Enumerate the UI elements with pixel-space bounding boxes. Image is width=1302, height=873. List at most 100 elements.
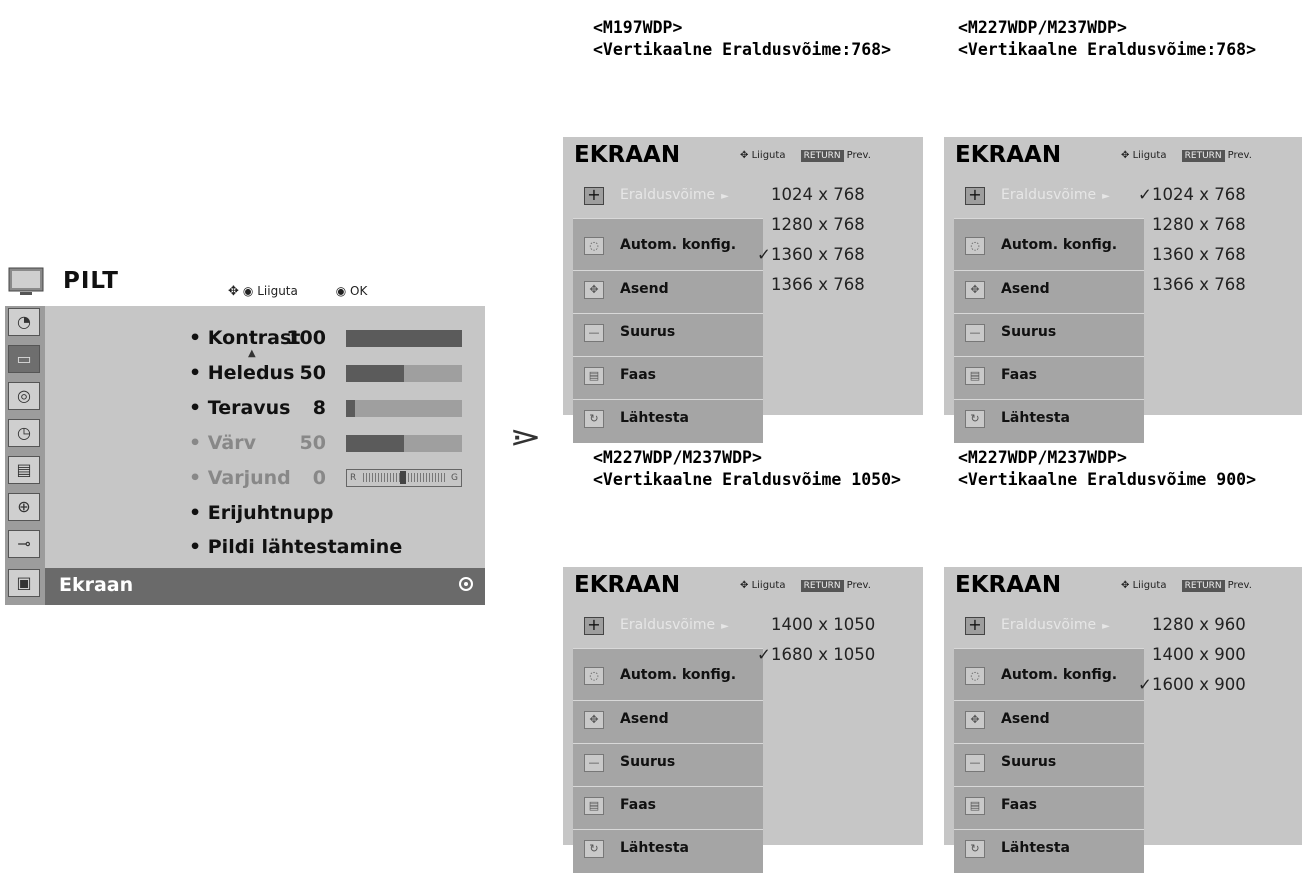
contrast-slider[interactable] (346, 330, 462, 347)
position-item[interactable]: ✥ Asend (573, 700, 763, 743)
phase-item[interactable]: ▤ Faas (573, 356, 763, 399)
resolution-option-label: 1400 x 1050 (771, 615, 876, 634)
model-caption: <M227WDP/M237WDP> (958, 448, 1127, 467)
return-key-icon: RETURN (1181, 150, 1225, 162)
resolution-item[interactable]: + Eraldusvõime ► (954, 605, 1144, 648)
size-item[interactable]: — Suurus (573, 743, 763, 786)
resolution-option[interactable]: 1366 x 768 (757, 275, 865, 294)
return-key-icon: RETURN (800, 150, 844, 162)
resolution-option[interactable]: ✓1360 x 768 (757, 245, 865, 264)
auto-config-item[interactable]: ◌ Autom. konfig. (954, 218, 1144, 270)
sharpness-value: 8 (312, 397, 326, 419)
resolution-caption: <Vertikaalne Eraldusvõime:768> (593, 40, 892, 59)
reset-item-label: Lähtesta (1001, 840, 1070, 856)
brightness-slider[interactable] (346, 365, 462, 382)
resolution-option[interactable]: 1280 x 960 (1138, 615, 1246, 634)
model-caption: <M227WDP/M237WDP> (958, 18, 1127, 37)
category-sidebar: ◔ ▭ ◎ ◷ ▤ ⊕ ⊸ ▣ (5, 306, 45, 605)
speaker-icon[interactable]: ◎ (8, 382, 40, 410)
resolution-option[interactable]: ✓1680 x 1050 (757, 645, 875, 664)
reset-item[interactable]: ↻ Lähtesta (954, 829, 1144, 873)
resolution-option[interactable]: 1366 x 768 (1138, 275, 1246, 294)
phase-item-label: Faas (1001, 367, 1037, 383)
contrast-row[interactable]: • Kontrast 100 (189, 327, 326, 349)
screen-menu-item-selected[interactable]: Ekraan (45, 568, 485, 605)
resolution-icon: + (965, 617, 985, 635)
phase-item[interactable]: ▤ Faas (573, 786, 763, 829)
reset-item-label: Lähtesta (620, 410, 689, 426)
return-key-icon: RETURN (1181, 580, 1225, 592)
resolution-option[interactable]: 1024 x 768 (757, 185, 865, 204)
ok-button-icon (459, 577, 473, 591)
reset-item[interactable]: ↻ Lähtesta (573, 399, 763, 443)
resolution-option[interactable]: 1360 x 768 (1138, 245, 1246, 264)
submenu-arrow-icon: ► (1102, 621, 1110, 632)
resolution-option[interactable]: 1280 x 768 (1138, 215, 1246, 234)
position-item-label: Asend (1001, 281, 1050, 297)
phase-item[interactable]: ▤ Faas (954, 786, 1144, 829)
navigation-hint: ✥ Liiguta RETURN Prev. (740, 580, 871, 592)
reset-item[interactable]: ↻ Lähtesta (573, 829, 763, 873)
auto-config-item-label: Autom. konfig. (620, 667, 737, 683)
size-item-label: Suurus (1001, 754, 1057, 770)
resolution-option[interactable]: ✓1024 x 768 (1138, 185, 1246, 204)
auto-config-icon: ◌ (965, 667, 985, 685)
brightness-label: • Heledus (189, 362, 295, 384)
resolution-caption: <Vertikaalne Eraldusvõime 900> (958, 470, 1257, 489)
submenu-arrow-icon: ► (721, 621, 729, 632)
size-item-label: Suurus (1001, 324, 1057, 340)
size-item[interactable]: — Suurus (954, 743, 1144, 786)
size-item-label: Suurus (620, 754, 676, 770)
navigation-hint: ✥ Liiguta RETURN Prev. (1121, 580, 1252, 592)
option-icon[interactable]: ▤ (8, 456, 40, 484)
auto-config-item[interactable]: ◌ Autom. konfig. (954, 648, 1144, 700)
screen-icon[interactable]: ▣ (8, 569, 40, 597)
resolution-option[interactable]: 1400 x 1050 (757, 615, 875, 634)
size-item[interactable]: — Suurus (573, 313, 763, 356)
tv-picture-icon[interactable]: ▭ (8, 345, 40, 373)
position-item[interactable]: ✥ Asend (954, 270, 1144, 313)
auto-config-item[interactable]: ◌ Autom. konfig. (573, 648, 763, 700)
expert-control-row[interactable]: • Erijuhtnupp (189, 502, 334, 524)
auto-config-icon: ◌ (584, 667, 604, 685)
phase-item[interactable]: ▤ Faas (954, 356, 1144, 399)
resolution-option-label: 1366 x 768 (771, 275, 865, 294)
lock-icon[interactable]: ⊕ (8, 493, 40, 521)
resolution-item[interactable]: + Eraldusvõime ► (954, 175, 1144, 218)
color-row: • Värv 50 (189, 432, 326, 454)
clock-icon[interactable]: ◷ (8, 419, 40, 447)
resolution-option[interactable]: 1400 x 900 (1138, 645, 1246, 664)
resolution-option[interactable]: ✓1600 x 900 (1138, 675, 1246, 694)
reset-icon: ↻ (965, 410, 985, 428)
resolution-option-label: 1600 x 900 (1152, 675, 1246, 694)
screen-menu-title: EKRAAN (574, 572, 681, 598)
sharpness-slider[interactable] (346, 400, 462, 417)
tint-row: • Varjund 0 (189, 467, 326, 489)
size-item[interactable]: — Suurus (954, 313, 1144, 356)
resolution-caption: <Vertikaalne Eraldusvõime 1050> (593, 470, 901, 489)
reset-icon: ↻ (584, 410, 604, 428)
picture-settings-list: ▲ • Kontrast 100 • Heledus 50 • Teravus … (45, 306, 485, 568)
resolution-item[interactable]: + Eraldusvõime ► (573, 605, 763, 648)
sharpness-row[interactable]: • Teravus 8 (189, 397, 326, 419)
resolution-item[interactable]: + Eraldusvõime ► (573, 175, 763, 218)
brightness-value: 50 (299, 362, 326, 384)
auto-config-item[interactable]: ◌ Autom. konfig. (573, 218, 763, 270)
check-icon: ✓ (757, 245, 771, 264)
position-item[interactable]: ✥ Asend (954, 700, 1144, 743)
brightness-row[interactable]: • Heledus 50 (189, 362, 326, 384)
scroll-up-icon[interactable]: ▲ (248, 348, 256, 359)
reset-item[interactable]: ↻ Lähtesta (954, 399, 1144, 443)
input-plug-icon[interactable]: ⊸ (8, 530, 40, 558)
hint-move-label: Liiguta (1132, 150, 1167, 161)
position-item[interactable]: ✥ Asend (573, 270, 763, 313)
resolution-option[interactable]: 1280 x 768 (757, 215, 865, 234)
panel-caption: <M227WDP/M237WDP> <Vertikaalne Eraldusvõ… (958, 447, 1256, 491)
resolution-icon: + (584, 187, 604, 205)
screen-menu-panel: EKRAAN ✥ Liiguta RETURN Prev. + Eraldusvõi… (944, 137, 1302, 443)
resolution-item-label: Eraldusvõime ► (620, 617, 729, 633)
picture-reset-row[interactable]: • Pildi lähtestamine (189, 536, 402, 558)
move-arrows-icon: ✥ (740, 150, 749, 161)
satellite-dish-icon[interactable]: ◔ (8, 308, 40, 336)
tint-value: 0 (312, 467, 326, 489)
